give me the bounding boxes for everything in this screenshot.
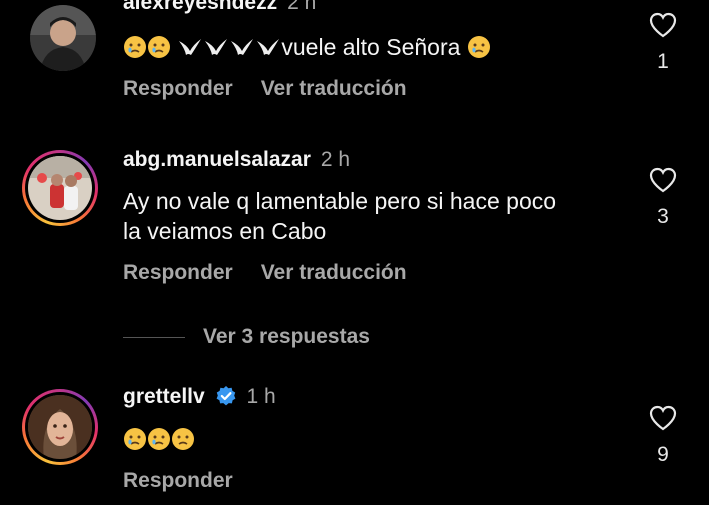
- avatar[interactable]: [22, 150, 98, 226]
- avatar-photo: [30, 5, 96, 71]
- like-count: 9: [657, 443, 669, 466]
- crying-face-icon: [123, 35, 147, 66]
- crying-face-icon: [123, 427, 147, 458]
- username[interactable]: abg.manuelsalazar: [123, 148, 311, 171]
- see-translation-button[interactable]: Ver traducción: [261, 77, 407, 100]
- heart-icon[interactable]: [649, 12, 677, 38]
- timestamp: 2 h: [320, 148, 351, 171]
- like-control[interactable]: 3: [643, 167, 683, 229]
- comment-text: [123, 424, 195, 458]
- reply-button[interactable]: Responder: [123, 261, 233, 284]
- dove-icon: [177, 35, 203, 66]
- heart-icon[interactable]: [649, 405, 677, 431]
- dove-icon: [203, 35, 229, 66]
- avatar-photo: [28, 156, 92, 220]
- comment-header: alexreyesndezz 2 h: [123, 0, 316, 15]
- timestamp: 2 h: [287, 0, 317, 14]
- comment-actions: Responder: [123, 469, 261, 493]
- heart-icon[interactable]: [649, 167, 677, 193]
- reply-button[interactable]: Responder: [123, 469, 233, 492]
- username[interactable]: alexreyesndezz: [123, 0, 277, 14]
- view-replies-button[interactable]: Ver 3 respuestas: [123, 325, 370, 349]
- see-translation-button[interactable]: Ver traducción: [261, 261, 407, 284]
- crying-face-icon: [467, 35, 491, 66]
- like-count: 3: [657, 205, 669, 228]
- crying-face-icon: [147, 35, 171, 66]
- like-control[interactable]: 1: [643, 12, 683, 74]
- comment-header: grettellv 1 h: [123, 385, 276, 413]
- avatar-photo: [28, 395, 92, 459]
- comment-text: vuele alto Señora: [123, 32, 491, 66]
- comment-actions: Responder Ver traducción: [123, 77, 435, 101]
- comment-text-line: la veiamos en Cabo: [123, 218, 327, 244]
- reply-button[interactable]: Responder: [123, 77, 233, 100]
- like-count: 1: [657, 50, 669, 73]
- crying-face-icon: [147, 427, 171, 458]
- username[interactable]: grettellv: [123, 385, 205, 408]
- like-control[interactable]: 9: [643, 405, 683, 467]
- verified-badge-icon: [215, 385, 237, 413]
- avatar[interactable]: [30, 5, 96, 71]
- divider: [123, 336, 185, 338]
- comment-header: abg.manuelsalazar 2 h: [123, 148, 350, 172]
- comment-actions: Responder Ver traducción: [123, 261, 435, 285]
- dove-icon: [255, 35, 281, 66]
- sad-face-icon: [171, 427, 195, 458]
- timestamp: 1 h: [246, 385, 276, 408]
- dove-icon: [229, 35, 255, 66]
- view-replies-label: Ver 3 respuestas: [203, 325, 370, 348]
- avatar[interactable]: [22, 389, 98, 465]
- comment-text-body: vuele alto Señora: [281, 34, 461, 60]
- comment-text-line: Ay no vale q lamentable pero si hace poc…: [123, 188, 557, 214]
- comment-text: Ay no vale q lamentable pero si hace poc…: [123, 186, 556, 246]
